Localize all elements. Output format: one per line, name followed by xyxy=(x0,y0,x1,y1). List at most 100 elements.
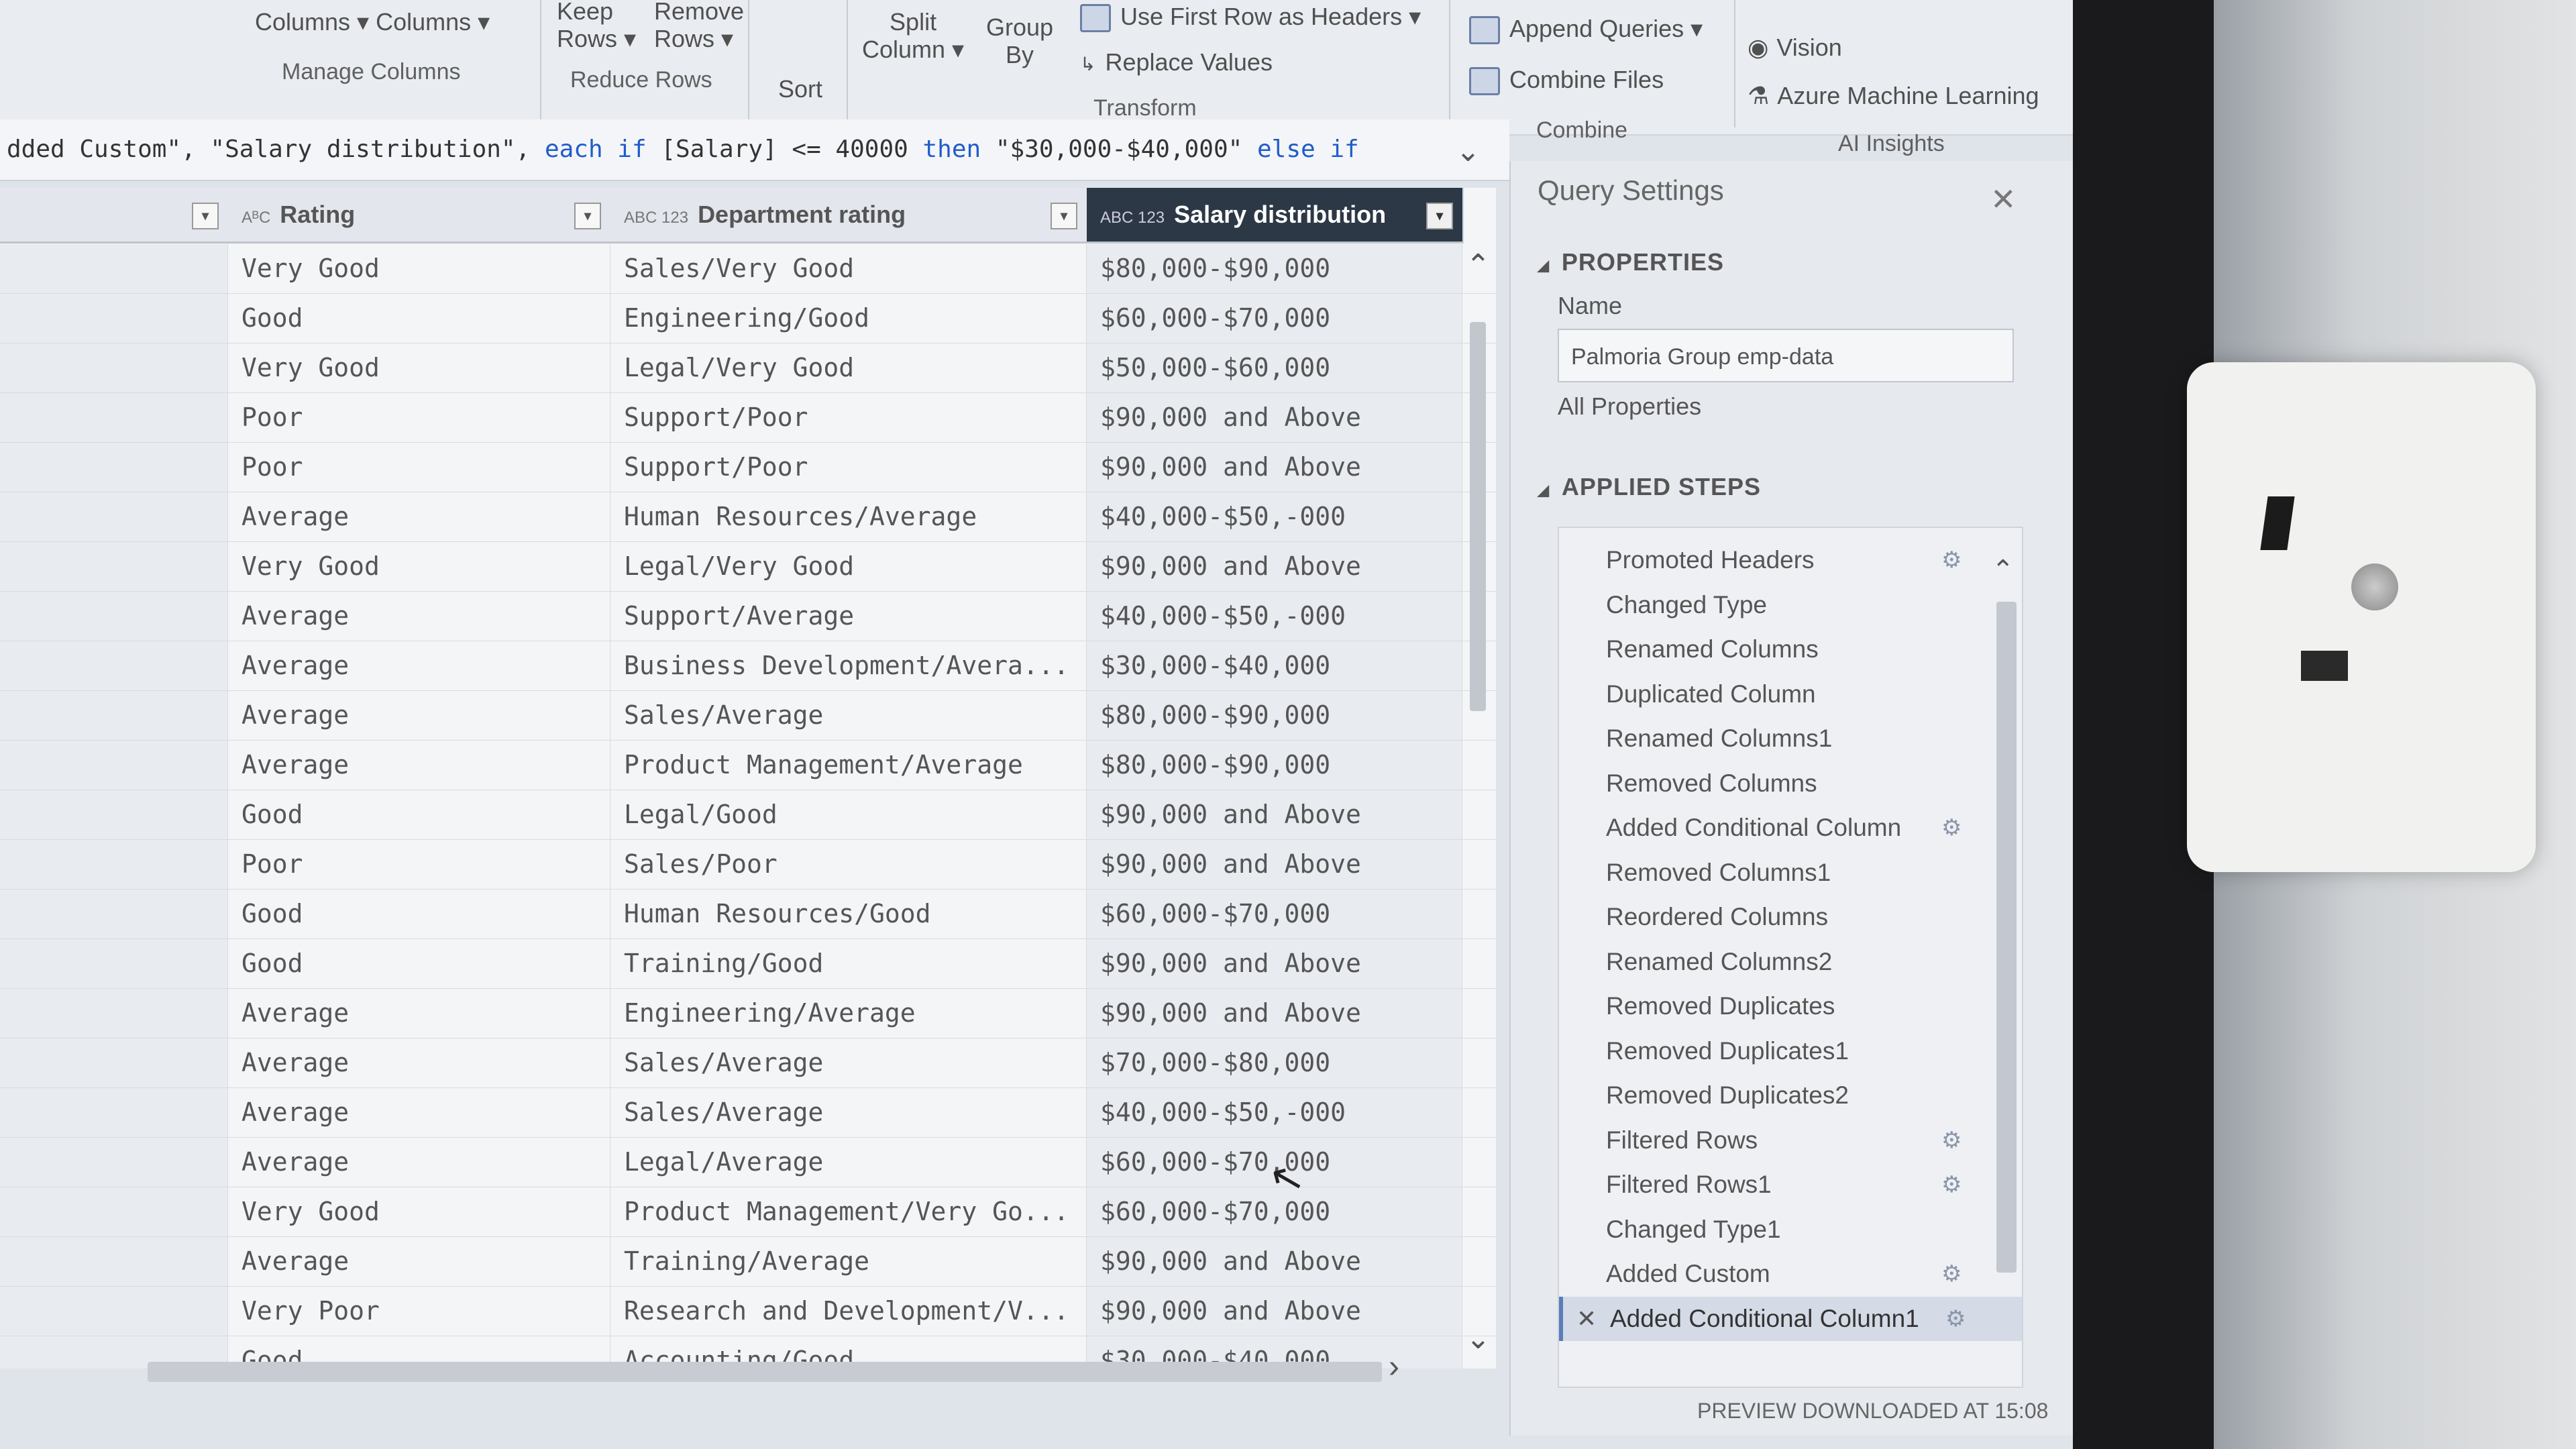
department-rating-cell[interactable]: Product Management/Average xyxy=(610,741,1087,790)
delete-step-icon[interactable]: ✕ xyxy=(1576,1297,1597,1341)
combine-files-button[interactable]: Combine Files xyxy=(1469,66,1664,96)
row-number-cell[interactable] xyxy=(0,840,228,889)
table-row[interactable]: Poor Support/Poor $90,000 and Above xyxy=(0,393,1496,443)
salary-distribution-cell[interactable]: $80,000-$90,000 xyxy=(1087,691,1462,740)
department-rating-cell[interactable]: Sales/Average xyxy=(610,1088,1087,1137)
table-row[interactable]: Very Good Legal/Very Good $90,000 and Abov… xyxy=(0,542,1496,592)
applied-step-item[interactable]: Duplicated Column xyxy=(1559,672,2022,716)
rating-cell[interactable]: Average xyxy=(228,1088,610,1137)
department-rating-cell[interactable]: Human Resources/Average xyxy=(610,492,1087,541)
table-row[interactable]: Very Good Product Management/Very Go... $6… xyxy=(0,1187,1496,1237)
row-number-cell[interactable] xyxy=(0,691,228,740)
column-header-salary-distribution[interactable]: ABC 123 Salary distribution ▾ xyxy=(1087,188,1464,244)
row-number-cell[interactable] xyxy=(0,542,228,591)
text-type-icon[interactable]: AᴮC xyxy=(241,209,270,227)
applied-step-item[interactable]: Changed Type1 xyxy=(1559,1208,2022,1252)
department-rating-cell[interactable]: Business Development/Avera... xyxy=(610,641,1087,690)
applied-step-item[interactable]: Filtered Rows1 ⚙ xyxy=(1559,1163,2022,1207)
row-number-cell[interactable] xyxy=(0,343,228,392)
rating-cell[interactable]: Average xyxy=(228,1138,610,1187)
chevron-down-icon[interactable]: ⌄ xyxy=(1466,1322,1491,1356)
applied-step-item[interactable]: ✕ Added Conditional Column1 ⚙ xyxy=(1559,1296,2022,1341)
rating-cell[interactable]: Poor xyxy=(228,443,610,492)
filter-dropdown-icon[interactable]: ▾ xyxy=(574,203,601,229)
formula-bar[interactable]: dded Custom", "Salary distribution", eac… xyxy=(0,119,1509,181)
split-column-button[interactable]: Split Column ▾ xyxy=(862,8,964,64)
row-number-cell[interactable] xyxy=(0,1187,228,1236)
row-number-cell[interactable] xyxy=(0,939,228,988)
rating-cell[interactable]: Average xyxy=(228,641,610,690)
salary-distribution-cell[interactable]: $50,000-$60,000 xyxy=(1087,343,1462,392)
row-number-cell[interactable] xyxy=(0,1237,228,1286)
row-number-cell[interactable] xyxy=(0,790,228,839)
applied-step-item[interactable]: Changed Type xyxy=(1559,583,2022,627)
applied-steps-section-header[interactable]: ◢ APPLIED STEPS xyxy=(1538,473,1761,501)
rating-cell[interactable]: Poor xyxy=(228,840,610,889)
department-rating-cell[interactable]: Engineering/Average xyxy=(610,989,1087,1038)
table-row[interactable]: Average Sales/Average $80,000-$90,000 xyxy=(0,691,1496,741)
applied-step-item[interactable]: Added Conditional Column ⚙ xyxy=(1559,806,2022,850)
table-row[interactable]: Very Good Legal/Very Good $50,000-$60,000 xyxy=(0,343,1496,393)
table-row[interactable]: Very Good Sales/Very Good $80,000-$90,000 xyxy=(0,244,1496,294)
department-rating-cell[interactable]: Training/Average xyxy=(610,1237,1087,1286)
rating-cell[interactable]: Average xyxy=(228,989,610,1038)
salary-distribution-cell[interactable]: $90,000 and Above xyxy=(1087,443,1462,492)
close-icon[interactable]: ✕ xyxy=(1990,181,2017,217)
scrollbar-thumb[interactable] xyxy=(1470,322,1486,711)
department-rating-cell[interactable]: Legal/Good xyxy=(610,790,1087,839)
salary-distribution-cell[interactable]: $70,000-$80,000 xyxy=(1087,1038,1462,1087)
table-row[interactable]: Average Sales/Average $70,000-$80,000 xyxy=(0,1038,1496,1088)
filter-dropdown-icon[interactable]: ▾ xyxy=(192,203,219,229)
salary-distribution-cell[interactable]: $80,000-$90,000 xyxy=(1087,741,1462,790)
all-properties-link[interactable]: All Properties xyxy=(1558,392,1701,421)
department-rating-cell[interactable]: Legal/Very Good xyxy=(610,542,1087,591)
salary-distribution-cell[interactable]: $60,000-$70,000 xyxy=(1087,294,1462,343)
row-number-cell[interactable] xyxy=(0,1287,228,1336)
chevron-down-icon[interactable]: ⌄ xyxy=(1456,134,1481,168)
table-row[interactable]: Poor Support/Poor $90,000 and Above xyxy=(0,443,1496,492)
salary-distribution-cell[interactable]: $90,000 and Above xyxy=(1087,393,1462,442)
rating-cell[interactable]: Very Good xyxy=(228,542,610,591)
any-type-icon[interactable]: ABC 123 xyxy=(1100,209,1165,227)
salary-distribution-cell[interactable]: $60,000-$70,000 xyxy=(1087,890,1462,938)
department-rating-cell[interactable]: Support/Poor xyxy=(610,393,1087,442)
row-number-cell[interactable] xyxy=(0,443,228,492)
applied-step-item[interactable]: Removed Duplicates1 xyxy=(1559,1029,2022,1073)
department-rating-cell[interactable]: Legal/Average xyxy=(610,1138,1087,1187)
azure-ml-button[interactable]: ⚗ Azure Machine Learning xyxy=(1748,82,2039,109)
department-rating-cell[interactable]: Support/Average xyxy=(610,592,1087,641)
table-row[interactable]: Average Support/Average $40,000-$50,-000 xyxy=(0,592,1496,641)
chevron-right-icon[interactable]: › xyxy=(1389,1348,1399,1385)
column-header-department-rating[interactable]: ABC 123 Department rating ▾ xyxy=(610,188,1088,244)
append-queries-button[interactable]: Append Queries ▾ xyxy=(1469,15,1703,45)
rating-cell[interactable]: Average xyxy=(228,1237,610,1286)
query-name-input[interactable]: Palmoria Group emp-data xyxy=(1558,329,2014,382)
applied-step-item[interactable]: Renamed Columns xyxy=(1559,627,2022,672)
remove-rows-button[interactable]: Remove Rows ▾ xyxy=(654,0,744,53)
chevron-up-icon[interactable]: ⌃ xyxy=(1466,248,1491,282)
row-number-cell[interactable] xyxy=(0,294,228,343)
table-row[interactable]: Good Human Resources/Good $60,000-$70,000 xyxy=(0,890,1496,939)
vertical-scrollbar[interactable]: ⌃ ⌄ xyxy=(1466,248,1491,1368)
rating-cell[interactable]: Very Good xyxy=(228,1187,610,1236)
salary-distribution-cell[interactable]: $30,000-$40,000 xyxy=(1087,641,1462,690)
row-number-cell[interactable] xyxy=(0,741,228,790)
filter-dropdown-icon[interactable]: ▾ xyxy=(1426,203,1453,229)
vision-button[interactable]: ◉ Vision xyxy=(1748,34,1842,61)
table-row[interactable]: Average Engineering/Average $90,000 and Ab… xyxy=(0,989,1496,1038)
department-rating-cell[interactable]: Support/Poor xyxy=(610,443,1087,492)
rating-cell[interactable]: Very Poor xyxy=(228,1287,610,1336)
table-row[interactable]: Poor Sales/Poor $90,000 and Above xyxy=(0,840,1496,890)
table-row[interactable]: Good Training/Good $90,000 and Above xyxy=(0,939,1496,989)
gear-icon[interactable]: ⚙ xyxy=(1941,1163,1962,1207)
department-rating-cell[interactable]: Training/Good xyxy=(610,939,1087,988)
rating-cell[interactable]: Very Good xyxy=(228,343,610,392)
salary-distribution-cell[interactable]: $90,000 and Above xyxy=(1087,1237,1462,1286)
table-row[interactable]: Good Legal/Good $90,000 and Above xyxy=(0,790,1496,840)
applied-step-item[interactable]: Removed Duplicates2 xyxy=(1559,1073,2022,1118)
gear-icon[interactable]: ⚙ xyxy=(1941,1118,1962,1163)
table-row[interactable]: Average Human Resources/Average $40,000-$5… xyxy=(0,492,1496,542)
row-number-cell[interactable] xyxy=(0,989,228,1038)
department-rating-cell[interactable]: Sales/Very Good xyxy=(610,244,1087,293)
gear-icon[interactable]: ⚙ xyxy=(1941,538,1962,582)
